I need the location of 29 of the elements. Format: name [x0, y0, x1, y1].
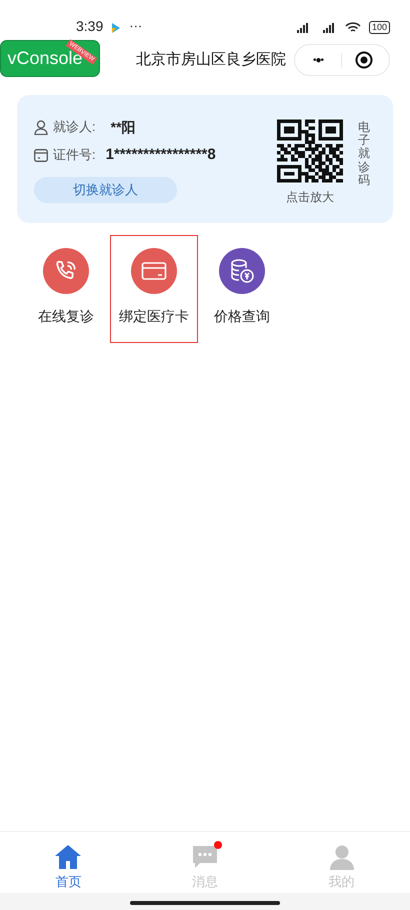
battery-indicator: 100 [368, 21, 390, 34]
wifi-icon [344, 22, 361, 34]
qr-side-label: 电子就诊码 [358, 121, 370, 189]
person-icon [34, 120, 48, 134]
status-time: 3:39 [76, 17, 104, 36]
page-title: 北京市房山区良乡医院 [136, 50, 286, 70]
id-card-icon [34, 148, 48, 162]
service-label: 价格查询 [214, 307, 270, 326]
home-icon [54, 844, 82, 870]
id-number: 1****************8 [106, 144, 216, 165]
more-button[interactable]: •●• [295, 52, 342, 68]
card-icon [141, 261, 167, 281]
service-item[interactable]: 价格查询 [198, 235, 286, 343]
service-label: 在线复诊 [38, 307, 94, 326]
app-notification-icon [111, 22, 122, 34]
service-label: 绑定医疗卡 [119, 307, 189, 326]
close-target-icon[interactable] [354, 50, 374, 70]
id-label: 证件号: [53, 146, 96, 164]
qr-caption: 点击放大 [286, 189, 334, 206]
notification-dots: ··· [129, 16, 142, 34]
service-item[interactable]: 绑定医疗卡 [110, 235, 198, 343]
tab-item[interactable]: 首页 [0, 832, 137, 893]
patient-label: 就诊人: [53, 118, 96, 136]
qr-code-icon[interactable] [277, 119, 343, 183]
person-icon [328, 844, 355, 870]
switch-patient-button[interactable]: 切换就诊人 [34, 177, 177, 203]
chat-icon [191, 844, 219, 870]
patient-name: **阳 [110, 118, 136, 136]
service-item[interactable]: 在线复诊 [22, 235, 110, 343]
